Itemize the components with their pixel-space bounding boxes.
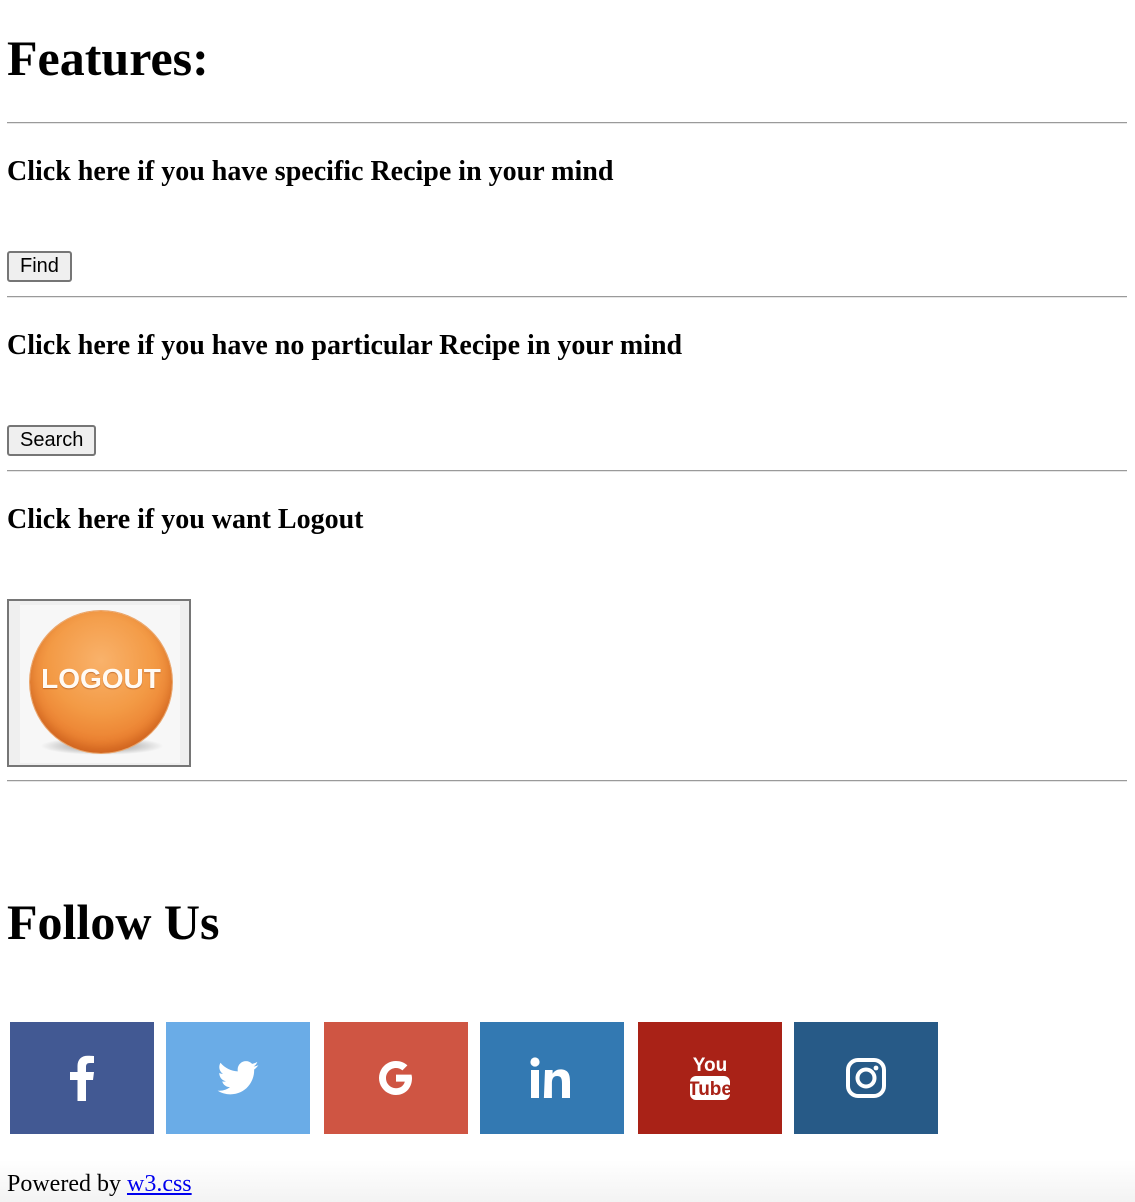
google-link[interactable]	[324, 1022, 468, 1134]
follow-us-heading: Follow Us	[7, 894, 220, 950]
twitter-icon	[217, 1061, 259, 1095]
search-recipe-prompt: Click here if you have no particular Rec…	[7, 330, 683, 361]
logout-image: LOGOUT	[20, 605, 180, 763]
youtube-icon-text-bottom: Tube	[688, 1079, 732, 1100]
youtube-icon-text-top: You	[693, 1055, 727, 1076]
youtube-icon: You Tube	[688, 1052, 732, 1104]
logout-circle: LOGOUT	[30, 611, 172, 753]
divider	[7, 780, 1127, 782]
instagram-icon	[845, 1057, 887, 1099]
page: Features: Click here if you have specifi…	[0, 0, 1135, 1202]
divider	[7, 122, 1127, 124]
footer-prefix: Powered by	[7, 1171, 121, 1197]
facebook-icon	[68, 1055, 96, 1101]
footer-text: Powered by w3.css	[7, 1168, 192, 1200]
youtube-link[interactable]: You Tube	[638, 1022, 782, 1134]
twitter-link[interactable]	[166, 1022, 310, 1134]
find-recipe-prompt: Click here if you have specific Recipe i…	[7, 156, 614, 187]
search-button[interactable]: Search	[7, 425, 97, 456]
facebook-link[interactable]	[10, 1022, 154, 1134]
features-heading: Features:	[7, 30, 209, 86]
divider	[7, 296, 1127, 298]
divider	[7, 470, 1127, 472]
google-icon	[375, 1057, 417, 1099]
footer: Powered by w3.css	[0, 1160, 1135, 1202]
linkedin-icon	[530, 1057, 574, 1099]
find-button[interactable]: Find	[7, 251, 72, 282]
logout-image-text: LOGOUT	[41, 663, 161, 694]
logout-image-button[interactable]: LOGOUT	[7, 599, 191, 767]
logout-prompt: Click here if you want Logout	[7, 504, 364, 535]
w3css-link[interactable]: w3.css	[127, 1171, 192, 1197]
linkedin-link[interactable]	[480, 1022, 624, 1134]
instagram-link[interactable]	[794, 1022, 938, 1134]
